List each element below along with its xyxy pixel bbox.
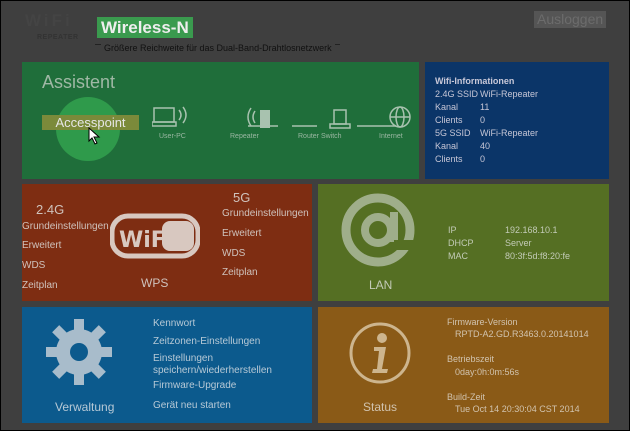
logout-button[interactable]: Ausloggen (534, 11, 607, 28)
uptime-label: Betriebszeit (447, 354, 495, 364)
logo-subtext: REPEATER (37, 34, 79, 41)
wifi-info-key: Kanal (435, 102, 459, 112)
wifi-repeater-logo: WiFi REPEATER (25, 11, 87, 49)
network-diagram (152, 106, 411, 129)
wifi-info-heading: Wifi-Informationen (435, 76, 515, 86)
lan-value: Server (505, 238, 532, 248)
wifi-info-key: 5G SSID (435, 128, 471, 138)
wifi-info-value: WiFi-Repeater (480, 89, 539, 99)
menu-5-basic[interactable]: Grundeinstellungen (222, 208, 309, 219)
firmware-value: RPTD-A2.GD.R3463.0.20141014 (455, 329, 589, 339)
status-tile[interactable]: Status Firmware-Version RPTD-A2.GD.R3463… (318, 307, 609, 423)
wifi-info-value: WiFi-Repeater (480, 128, 539, 138)
wireless-tile[interactable]: 2.4G Grundeinstellungen Erweitert WDS Ze… (22, 184, 312, 301)
menu-5-advanced[interactable]: Erweitert (222, 228, 261, 239)
menu-firmware-upgrade[interactable]: Firmware-Upgrade (153, 380, 236, 392)
repeater-icon (247, 107, 278, 128)
firmware-label: Firmware-Version (447, 317, 518, 327)
logo-text: WiFi (25, 11, 73, 30)
info-icon (349, 322, 411, 384)
band-24-label: 2.4G (36, 202, 65, 217)
wifi-info-tile: Wifi-Informationen 2.4G SSID WiFi-Repeat… (425, 62, 609, 179)
diagram-label-internet: Internet (379, 133, 403, 140)
lan-key: IP (448, 225, 457, 235)
management-tile[interactable]: Verwaltung Kennwort Zeitzonen-Einstellun… (22, 307, 312, 423)
menu-5-wds[interactable]: WDS (222, 248, 245, 259)
lan-key: DHCP (448, 238, 474, 248)
page-subtitle: Größere Reichweite für das Dual-Band-Dra… (101, 43, 335, 53)
build-time-label: Build-Zeit (447, 392, 486, 402)
status-label[interactable]: Status (363, 400, 397, 414)
diagram-label-repeater: Repeater (230, 133, 259, 140)
wifi-info-value: 40 (480, 141, 491, 151)
lan-value: 192.168.10.1 (505, 225, 558, 235)
menu-24-advanced[interactable]: Erweitert (22, 240, 61, 251)
uptime-value: 0day:0h:0m:56s (455, 367, 520, 377)
wifi-info-value: 0 (480, 115, 486, 125)
wifi-info-key: Kanal (435, 141, 459, 151)
menu-timezone[interactable]: Zeitzonen-Einstellungen (153, 336, 260, 348)
wifi-logo-text: WiFi (119, 228, 174, 253)
menu-settings-backup-cont[interactable]: speichern/wiederherstellen (153, 365, 272, 377)
router-switch-icon (329, 109, 351, 129)
menu-settings-backup[interactable]: Einstellungen (153, 353, 213, 365)
lan-label: LAN (369, 278, 393, 292)
menu-24-basic[interactable]: Grundeinstellungen (22, 221, 109, 232)
wifi-info-value: 0 (480, 154, 486, 164)
menu-24-wds[interactable]: WDS (22, 260, 45, 271)
lan-value: 80:3f:5d:f8:20:fe (505, 251, 571, 261)
page-frame: WiFi REPEATER Wireless-N Größere Reichwe… (0, 0, 630, 431)
gear-icon (46, 319, 112, 385)
wifi-info-key: Clients (435, 154, 463, 164)
wifi-info-value: 11 (480, 102, 490, 112)
wifi-info-key: 2.4G SSID (435, 89, 479, 99)
wifi-info-key: Clients (435, 115, 463, 125)
at-sign-icon (341, 193, 415, 267)
build-time-value: Tue Oct 14 20:30:04 CST 2014 (455, 404, 580, 414)
assistant-title: Assistent (42, 72, 116, 92)
mouse-pointer-icon (88, 127, 101, 145)
diagram-label-user-pc: User-PC (159, 133, 186, 140)
wps-link[interactable]: WPS (141, 276, 168, 290)
diagram-label-router-switch: Router Switch (298, 133, 342, 140)
assistant-tile[interactable]: Assistent Accesspoint User-PC Repeater R… (22, 62, 419, 179)
lan-tile[interactable]: LAN IP 192.168.10.1 DHCP Server MAC 80:3… (318, 184, 609, 301)
internet-globe-icon (389, 106, 411, 128)
band-5-label: 5G (233, 190, 251, 205)
menu-password[interactable]: Kennwort (153, 318, 195, 330)
menu-24-schedule[interactable]: Zeitplan (22, 280, 58, 291)
menu-reboot[interactable]: Gerät neu starten (153, 400, 231, 412)
brand-badge: Wireless-N (97, 17, 193, 38)
management-label[interactable]: Verwaltung (55, 400, 114, 414)
lan-key: MAC (448, 251, 468, 261)
user-pc-icon (152, 106, 187, 127)
menu-5-schedule[interactable]: Zeitplan (222, 267, 258, 278)
